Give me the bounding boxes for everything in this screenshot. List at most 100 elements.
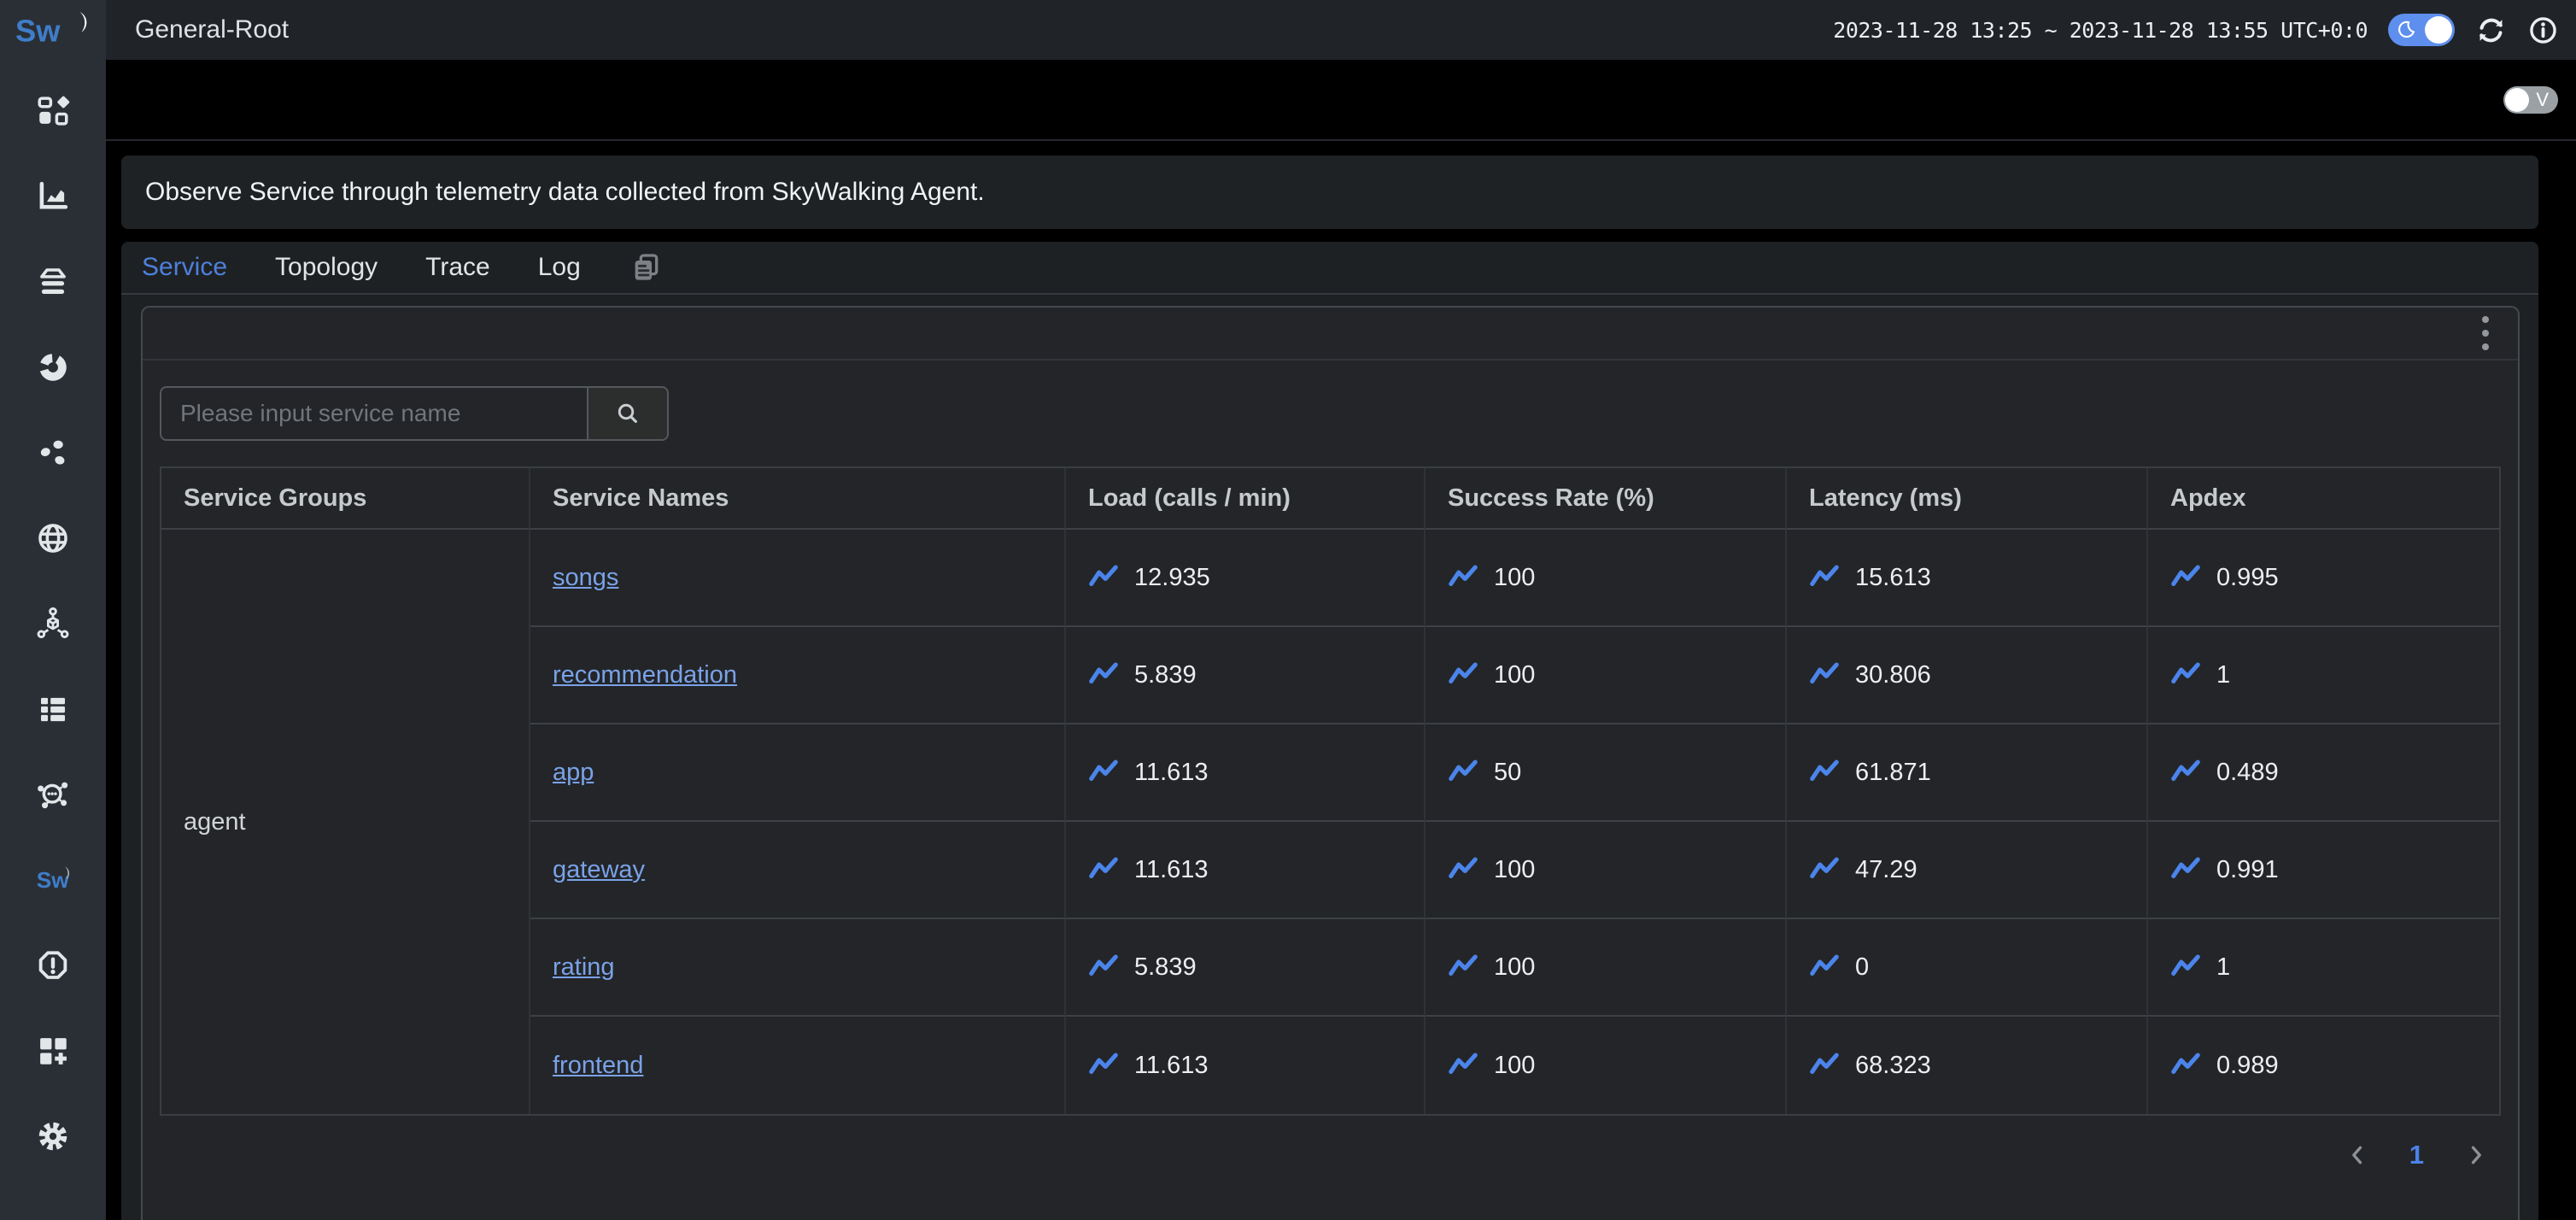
- metric-cell-apdex: 0.489: [2148, 724, 2499, 822]
- sparkline-icon: [1088, 854, 1119, 885]
- column-header-service-groups: Service Groups: [161, 468, 530, 530]
- sparkline-icon: [1809, 562, 1840, 593]
- service-list-widget: Service Groups Service Names Load (calls…: [141, 306, 2520, 1220]
- sparkline-icon: [1088, 952, 1119, 982]
- metric-value: 0.991: [2216, 856, 2279, 884]
- dark-mode-toggle[interactable]: [2388, 14, 2455, 46]
- metric-cell-latency: 0: [1787, 919, 2148, 1017]
- metric-cell-success_rate: 100: [1426, 822, 1787, 919]
- skywalking-logo[interactable]: Sw: [0, 0, 106, 60]
- search-button[interactable]: [587, 386, 669, 441]
- column-header-load: Load (calls / min): [1066, 468, 1426, 530]
- metric-value: 100: [1494, 564, 1535, 592]
- topbar-controls: 2023-11-28 13:25 ~ 2023-11-28 13:55 UTC+…: [1833, 14, 2559, 46]
- time-range[interactable]: 2023-11-28 13:25 ~ 2023-11-28 13:55 UTC+…: [1833, 18, 2368, 43]
- service-link[interactable]: app: [553, 759, 594, 787]
- timezone: UTC+0:0: [2280, 18, 2368, 43]
- mesh-network-icon: [35, 777, 71, 812]
- column-header-apdex: Apdex: [2148, 468, 2499, 530]
- sparkline-icon: [1809, 952, 1840, 982]
- current-page[interactable]: 1: [2409, 1140, 2424, 1170]
- globe-icon: [35, 520, 71, 556]
- refresh-icon: [2475, 15, 2507, 46]
- sparkline-icon: [1448, 1050, 1478, 1081]
- metric-value: 30.806: [1855, 661, 1931, 689]
- sparkline-icon: [1809, 854, 1840, 885]
- sidebar-item-dashboards[interactable]: [0, 1008, 106, 1094]
- metric-value: 12.935: [1134, 564, 1210, 592]
- sparkline-icon: [1448, 952, 1478, 982]
- sidebar-item-alarm[interactable]: [0, 923, 106, 1008]
- info-button[interactable]: [2527, 15, 2559, 46]
- widget-header: [143, 308, 2518, 361]
- tab-trace[interactable]: Trace: [425, 253, 490, 282]
- service-link[interactable]: recommendation: [553, 661, 737, 689]
- service-name-cell: recommendation: [530, 627, 1066, 724]
- tab-topology[interactable]: Topology: [275, 253, 378, 282]
- metric-value: 1: [2216, 661, 2230, 689]
- next-page-button[interactable]: [2463, 1142, 2489, 1168]
- sparkline-icon: [1448, 854, 1478, 885]
- metric-value: 47.29: [1855, 856, 1917, 884]
- dashboard-toolbar: V: [106, 60, 2576, 141]
- topbar: General-Root 2023-11-28 13:25 ~ 2023-11-…: [106, 0, 2576, 60]
- sidebar-item-chart[interactable]: [0, 154, 106, 239]
- service-link[interactable]: songs: [553, 564, 618, 592]
- search-input[interactable]: [160, 386, 587, 441]
- metric-value: 5.839: [1134, 661, 1197, 689]
- sidebar-item-browser[interactable]: [0, 496, 106, 581]
- metric-value: 50: [1494, 759, 1521, 787]
- tab-log[interactable]: Log: [538, 253, 581, 282]
- sparkline-icon: [1448, 757, 1478, 788]
- service-name-cell: frontend: [530, 1017, 1066, 1114]
- info-icon: [2527, 15, 2559, 46]
- sparkline-icon: [1448, 660, 1478, 690]
- sidebar-item-service-mesh[interactable]: [0, 752, 106, 837]
- service-link[interactable]: frontend: [553, 1052, 643, 1080]
- service-name-cell: app: [530, 724, 1066, 822]
- donut-chart-icon: [35, 349, 71, 385]
- service-link[interactable]: gateway: [553, 856, 645, 884]
- dashboard-panel: Service Topology Trace Log: [121, 242, 2538, 1220]
- moon-icon: [2394, 18, 2418, 42]
- copy-tab-button[interactable]: [629, 250, 663, 284]
- metric-cell-apdex: 0.989: [2148, 1017, 2499, 1114]
- metric-value: 11.613: [1134, 1052, 1209, 1080]
- sidebar-item-scatter[interactable]: [0, 410, 106, 496]
- metric-cell-latency: 47.29: [1787, 822, 2148, 919]
- view-toggle-label: V: [2536, 91, 2549, 109]
- search-icon: [614, 400, 641, 427]
- metric-cell-success_rate: 100: [1426, 627, 1787, 724]
- metric-cell-load: 11.613: [1066, 822, 1426, 919]
- sidebar-item-kubernetes[interactable]: [0, 581, 106, 666]
- sidebar-item-dashboard[interactable]: [0, 68, 106, 154]
- metric-cell-apdex: 1: [2148, 919, 2499, 1017]
- previous-page-button[interactable]: [2345, 1142, 2370, 1168]
- sparkline-icon: [2170, 660, 2201, 690]
- pagination: 1: [160, 1140, 2501, 1170]
- column-header-success-rate: Success Rate (%): [1426, 468, 1787, 530]
- sparkline-icon: [2170, 1050, 2201, 1081]
- metric-cell-apdex: 1: [2148, 627, 2499, 724]
- tab-service[interactable]: Service: [142, 253, 227, 282]
- view-toggle-knob: [2505, 88, 2529, 112]
- metric-value: 0: [1855, 953, 1869, 982]
- refresh-button[interactable]: [2475, 15, 2507, 46]
- chevron-left-icon: [2345, 1142, 2370, 1168]
- toggle-knob: [2425, 16, 2452, 44]
- metric-value: 68.323: [1855, 1052, 1931, 1080]
- sidebar-item-settings[interactable]: [0, 1094, 106, 1179]
- view-mode-toggle[interactable]: V: [2503, 86, 2558, 114]
- layers-icon: [35, 264, 71, 300]
- sparkline-icon: [2170, 854, 2201, 885]
- sidebar-item-donut[interactable]: [0, 325, 106, 410]
- metric-value: 0.989: [2216, 1052, 2279, 1080]
- search-row: [160, 386, 2501, 441]
- kebab-menu-icon[interactable]: [2477, 311, 2494, 355]
- metric-value: 61.871: [1855, 759, 1931, 787]
- service-link[interactable]: rating: [553, 953, 615, 982]
- sidebar-item-layers[interactable]: [0, 239, 106, 325]
- sidebar-item-self-observability[interactable]: Sw: [0, 837, 106, 923]
- metric-cell-latency: 15.613: [1787, 530, 2148, 627]
- sidebar-item-infrastructure[interactable]: [0, 666, 106, 752]
